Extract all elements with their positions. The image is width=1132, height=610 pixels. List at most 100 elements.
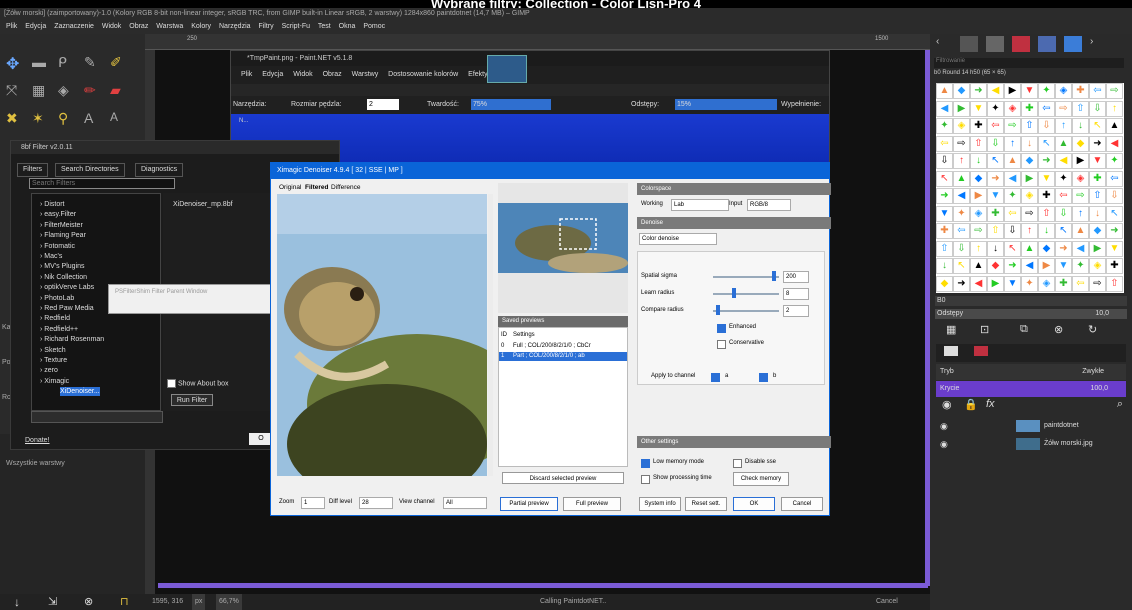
status-cancel[interactable]: Cancel bbox=[876, 594, 898, 610]
brush-cell[interactable]: ↖ bbox=[953, 258, 970, 274]
dock-next-icon[interactable]: › bbox=[1090, 36, 1108, 52]
brush-cell[interactable]: ↑ bbox=[1106, 100, 1123, 117]
brush-cell[interactable]: ▲ bbox=[1004, 153, 1021, 169]
brush-cell[interactable]: ⇧ bbox=[987, 223, 1004, 239]
paths-icon[interactable]: ✐ bbox=[110, 54, 132, 76]
compare-radius-value[interactable]: 2 bbox=[783, 305, 809, 317]
brush-cell[interactable]: ⇦ bbox=[1004, 205, 1021, 222]
menu-windows[interactable]: Okna bbox=[339, 23, 356, 30]
pencil-icon[interactable]: ✏ bbox=[84, 82, 106, 104]
brush-cell[interactable]: ✦ bbox=[953, 205, 970, 222]
image-scrollbar[interactable] bbox=[488, 194, 493, 476]
brush-cell[interactable]: ◀ bbox=[1004, 170, 1021, 187]
layer-name[interactable]: paintdotnet bbox=[1044, 418, 1079, 434]
menu-file[interactable]: Plik bbox=[6, 23, 17, 30]
brush-cell[interactable]: ↓ bbox=[1021, 135, 1038, 152]
preview-navigator[interactable] bbox=[498, 183, 628, 313]
menu-test[interactable]: Test bbox=[318, 23, 331, 30]
move-tool-icon[interactable]: ✥ bbox=[6, 54, 28, 76]
menu-tools[interactable]: Narzędzia bbox=[219, 23, 251, 30]
fuzzy-select-icon[interactable]: ✎ bbox=[84, 54, 106, 76]
spatial-sigma-value[interactable]: 200 bbox=[783, 271, 809, 283]
brush-cell[interactable]: ▼ bbox=[987, 188, 1004, 204]
brush-cell[interactable]: ◈ bbox=[970, 205, 987, 222]
pattern-tab-icon[interactable] bbox=[986, 36, 1004, 52]
channels-tab-icon[interactable] bbox=[974, 346, 988, 356]
font-tab-icon[interactable] bbox=[1064, 36, 1082, 52]
delete-icon[interactable]: ⊗ bbox=[84, 594, 93, 610]
palette-tab-icon[interactable] bbox=[1038, 36, 1056, 52]
pdn-spacing-slider[interactable]: 15% bbox=[675, 99, 777, 110]
eraser-icon[interactable]: ▰ bbox=[110, 82, 132, 104]
spatial-sigma-knob[interactable] bbox=[771, 271, 776, 281]
export-icon[interactable]: ⇲ bbox=[48, 594, 57, 610]
conservative-checkbox[interactable] bbox=[717, 340, 726, 349]
menu-select[interactable]: Zaznaczenie bbox=[54, 23, 94, 30]
filter-category-item[interactable]: › Redfield bbox=[40, 314, 158, 323]
brush-cell[interactable]: ◀ bbox=[936, 100, 953, 117]
brush-tab-icon[interactable] bbox=[960, 36, 978, 52]
layer-eye-icon[interactable]: ◉ bbox=[940, 436, 948, 452]
filter-category-item[interactable]: › Richard Rosenman bbox=[40, 335, 158, 344]
saved-row-id[interactable]: 0 bbox=[501, 342, 504, 350]
brush-cell[interactable]: ↖ bbox=[1089, 118, 1106, 134]
brush-cell[interactable]: ◆ bbox=[1038, 240, 1055, 257]
brush-cell[interactable]: ◆ bbox=[1021, 153, 1038, 169]
brush-cell[interactable]: ◈ bbox=[1089, 258, 1106, 274]
tab-difference[interactable]: Difference bbox=[331, 183, 361, 193]
brush-cell[interactable]: ◆ bbox=[953, 83, 970, 99]
brush-cell[interactable]: ◈ bbox=[1072, 170, 1089, 187]
brush-cell[interactable]: ◀ bbox=[970, 275, 987, 292]
method-select[interactable]: Color denoise bbox=[639, 233, 717, 245]
full-preview-button[interactable]: Full preview bbox=[563, 497, 621, 511]
brush-cell[interactable]: ⇩ bbox=[1089, 100, 1106, 117]
brush-cell[interactable]: ✦ bbox=[1021, 275, 1038, 292]
refresh-brush-icon[interactable]: ↻ bbox=[1088, 323, 1097, 336]
brush-cell[interactable]: ◆ bbox=[987, 258, 1004, 274]
text-small-icon[interactable]: A bbox=[110, 110, 132, 132]
brush-cell[interactable]: ➜ bbox=[1089, 135, 1106, 152]
brush-cell[interactable]: ◆ bbox=[1072, 135, 1089, 152]
brush-cell[interactable]: ✚ bbox=[1055, 275, 1072, 292]
brush-cell[interactable]: ↑ bbox=[1021, 223, 1038, 239]
brush-cell[interactable]: ▶ bbox=[1004, 83, 1021, 99]
brush-cell[interactable]: ↖ bbox=[1055, 223, 1072, 239]
brush-cell[interactable]: ◀ bbox=[1055, 153, 1072, 169]
brush-cell[interactable]: ▲ bbox=[970, 258, 987, 274]
brush-cell[interactable]: ▼ bbox=[1089, 153, 1106, 169]
filter-category-item[interactable]: › FilterMeister bbox=[40, 221, 158, 230]
brush-cell[interactable]: ⇩ bbox=[987, 135, 1004, 152]
heal-icon[interactable]: ✖ bbox=[6, 110, 28, 132]
brush-cell[interactable]: ⇦ bbox=[1089, 83, 1106, 99]
show-about-checkbox[interactable] bbox=[167, 379, 176, 388]
brush-cell[interactable]: ⇨ bbox=[1004, 118, 1021, 134]
brush-cell[interactable]: ▲ bbox=[1106, 118, 1123, 134]
brush-cell[interactable]: ✚ bbox=[970, 118, 987, 134]
pdn-hardness-slider[interactable]: 75% bbox=[471, 99, 551, 110]
brush-cell[interactable]: ▼ bbox=[1055, 258, 1072, 274]
brush-cell[interactable]: ⇧ bbox=[1106, 275, 1123, 292]
brush-cell[interactable]: ◀ bbox=[1072, 240, 1089, 257]
brush-cell[interactable]: ✦ bbox=[987, 100, 1004, 117]
brush-cell[interactable]: ➜ bbox=[1004, 258, 1021, 274]
menu-filters[interactable]: Filtry bbox=[258, 23, 273, 30]
brush-cell[interactable]: ✚ bbox=[1021, 100, 1038, 117]
brush-cell[interactable]: ▼ bbox=[1004, 275, 1021, 292]
paintnet-image-thumb[interactable] bbox=[487, 55, 527, 83]
filter-category-item[interactable]: › easy.Filter bbox=[40, 210, 158, 219]
zoom-input[interactable]: 1 bbox=[301, 497, 325, 509]
brush-cell[interactable]: ↓ bbox=[1038, 223, 1055, 239]
brush-cell[interactable]: ➜ bbox=[970, 83, 987, 99]
lock-alpha-icon[interactable]: 🔒 bbox=[964, 398, 978, 411]
transform-icon[interactable]: ⤧ bbox=[6, 82, 28, 104]
tab-original[interactable]: Original bbox=[279, 183, 301, 193]
brush-cell[interactable]: ↖ bbox=[936, 170, 953, 187]
brush-cell[interactable]: ▼ bbox=[1106, 240, 1123, 257]
brush-cell[interactable]: ✚ bbox=[1106, 258, 1123, 274]
brush-cell[interactable]: ✦ bbox=[1072, 258, 1089, 274]
donate-link[interactable]: Donate! bbox=[25, 437, 50, 444]
brush-cell[interactable]: ➜ bbox=[1106, 223, 1123, 239]
compare-radius-knob[interactable] bbox=[716, 305, 721, 315]
brush-cell[interactable]: ▶ bbox=[1089, 240, 1106, 257]
brush-cell[interactable]: ⇦ bbox=[987, 118, 1004, 134]
